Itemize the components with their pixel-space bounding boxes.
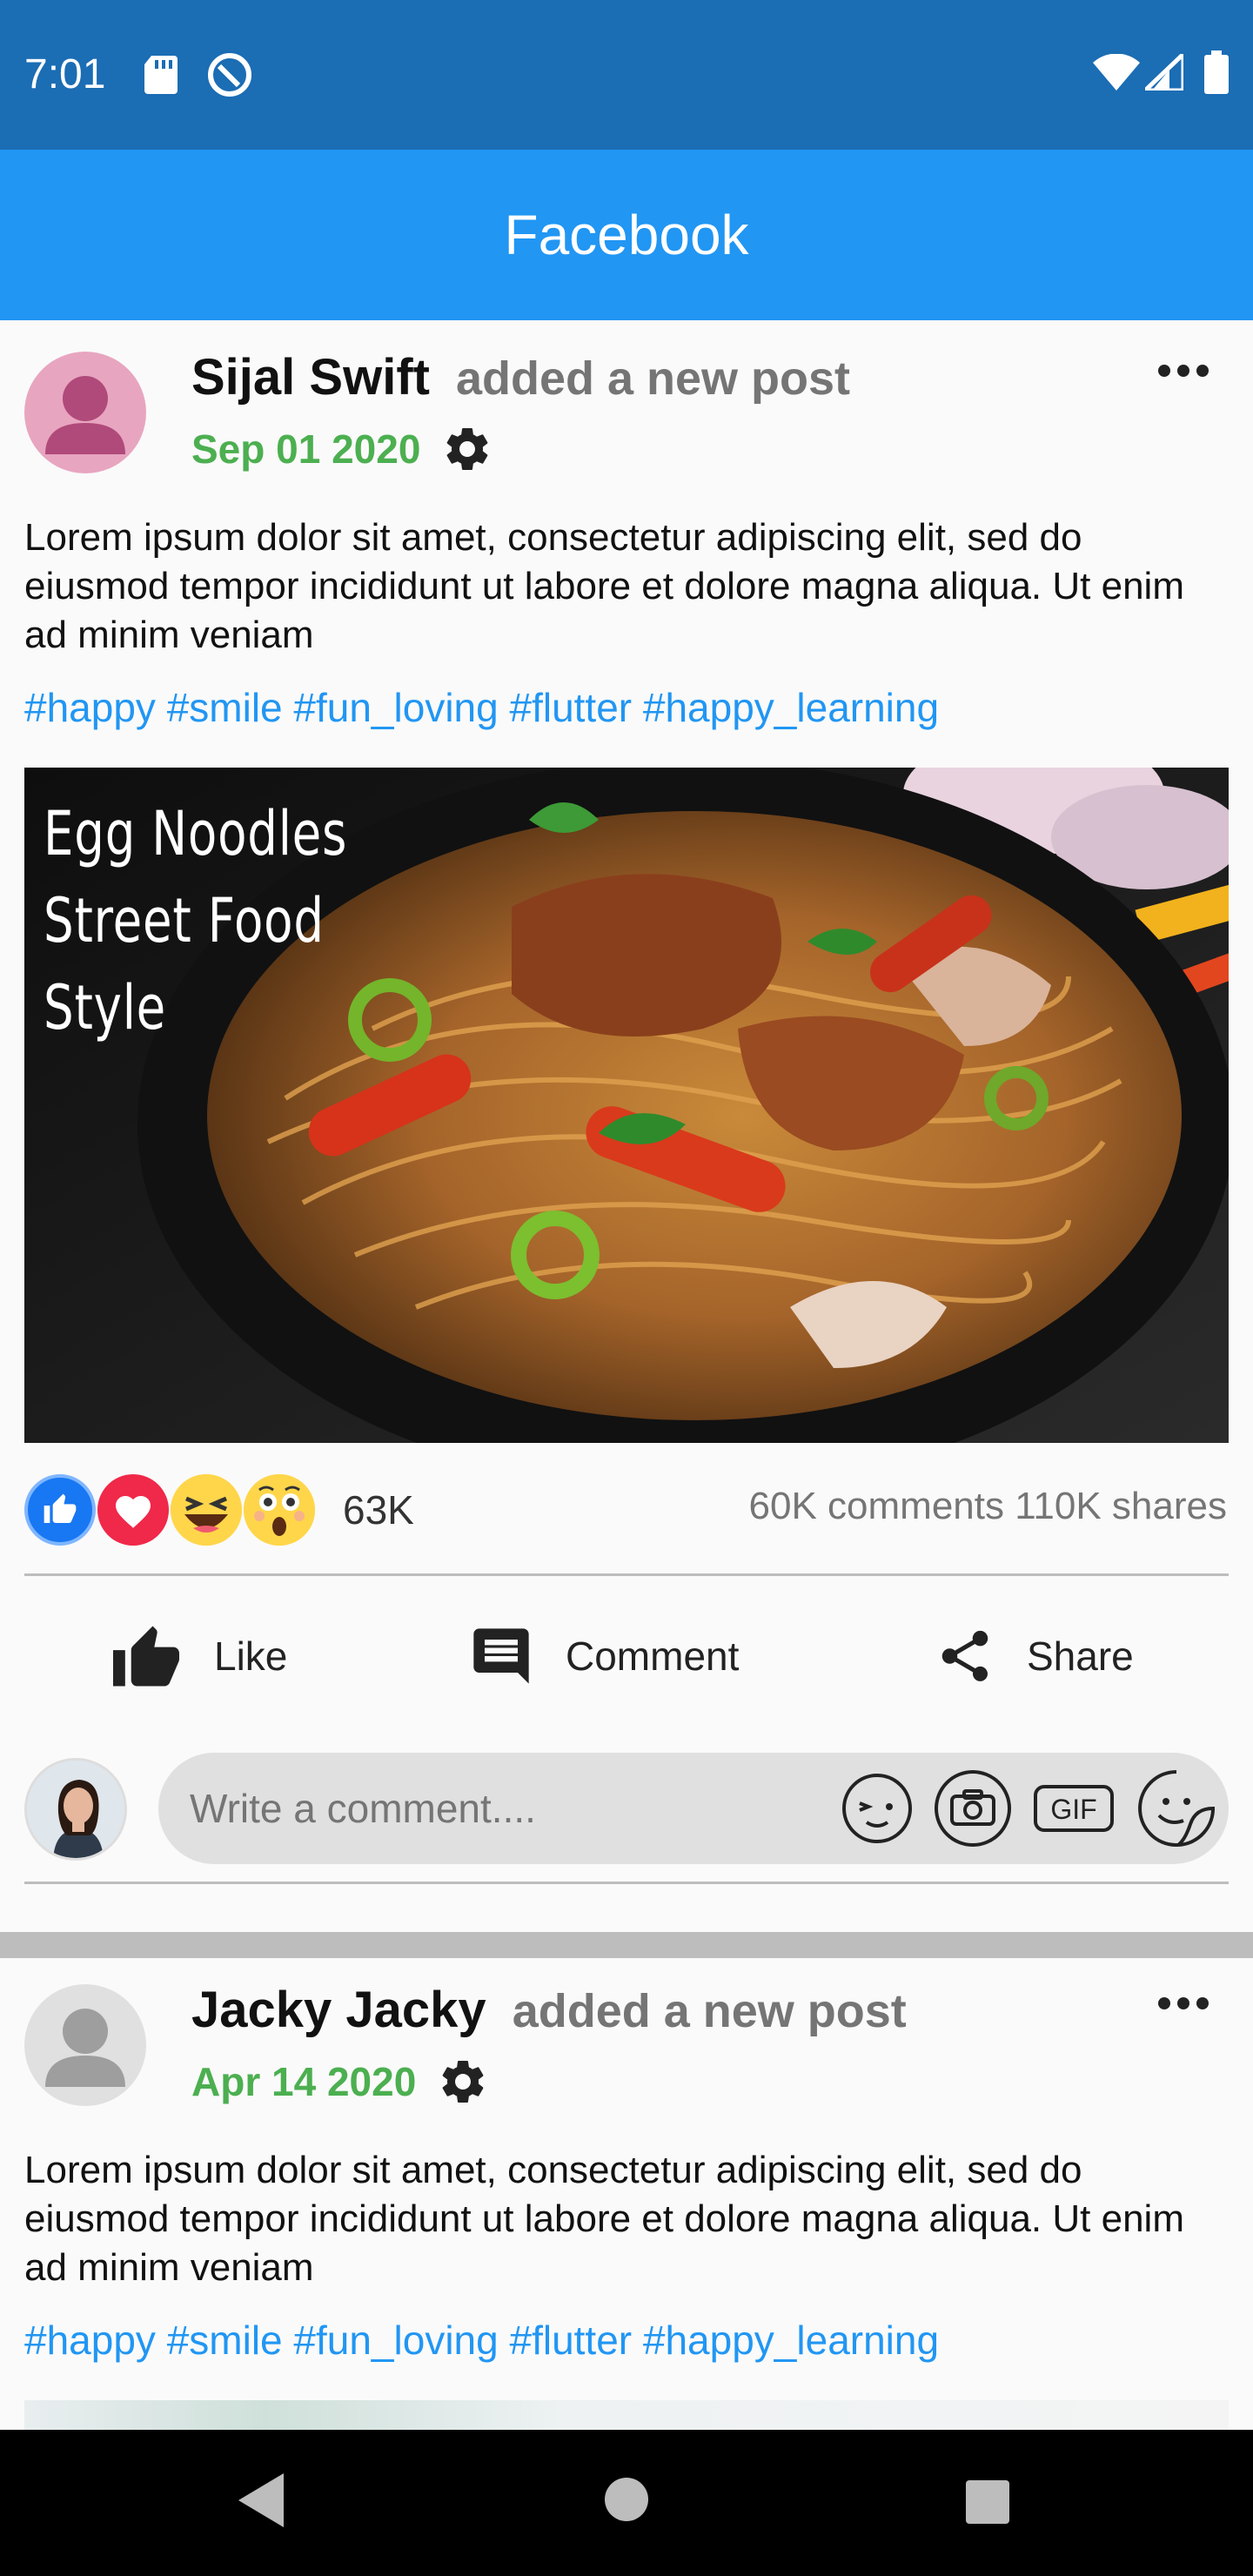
more-options-icon[interactable] bbox=[1157, 364, 1209, 378]
comment-composer: GIF bbox=[0, 1748, 1253, 1878]
svg-text:GIF: GIF bbox=[1050, 1794, 1096, 1825]
comment-input[interactable] bbox=[190, 1753, 799, 1864]
post-hashtags[interactable]: #happy #smile #fun_loving #flutter #happ… bbox=[24, 2317, 939, 2364]
post-date: Sep 01 2020 bbox=[191, 426, 421, 472]
cell-signal-icon bbox=[1145, 54, 1183, 91]
gif-icon[interactable]: GIF bbox=[1032, 1781, 1116, 1835]
comment-label: Comment bbox=[566, 1633, 740, 1679]
app-bar: Facebook bbox=[0, 150, 1253, 320]
reaction-summary[interactable]: 63K bbox=[24, 1474, 414, 1546]
system-nav-bar bbox=[0, 2430, 1253, 2576]
post-action-text: added a new post bbox=[512, 1985, 907, 2037]
news-feed[interactable]: Sijal Swift added a new post Sep 01 2020… bbox=[0, 320, 1253, 2430]
post-hashtags[interactable]: #happy #smile #fun_loving #flutter #happ… bbox=[24, 684, 939, 731]
comment-icon bbox=[473, 1628, 529, 1684]
wow-reaction-icon bbox=[244, 1474, 315, 1546]
status-bar: 7:01 bbox=[0, 0, 1253, 150]
like-button[interactable]: Like bbox=[110, 1573, 287, 1739]
post-header: Jacky Jacky added a new post bbox=[191, 1981, 907, 2042]
back-icon[interactable] bbox=[238, 2473, 284, 2527]
post-body: Lorem ipsum dolor sit amet, consectetur … bbox=[24, 516, 1184, 656]
post-action-text: added a new post bbox=[455, 352, 851, 405]
post-image[interactable]: Egg Noodles Street Food Style bbox=[24, 768, 1229, 1443]
sd-card-icon bbox=[144, 56, 178, 94]
comment-input-box[interactable]: GIF bbox=[158, 1753, 1229, 1864]
post-meta: Sep 01 2020 bbox=[191, 423, 493, 475]
post-separator bbox=[0, 1932, 1253, 1958]
recent-apps-icon[interactable] bbox=[966, 2480, 1009, 2524]
post-actions: Like Comment Share bbox=[0, 1573, 1253, 1739]
divider bbox=[24, 1882, 1229, 1884]
thumbs-up-icon bbox=[113, 1626, 179, 1687]
author-avatar[interactable] bbox=[24, 1984, 146, 2106]
more-options-icon[interactable] bbox=[1157, 1996, 1209, 2010]
author-name[interactable]: Sijal Swift bbox=[191, 348, 430, 406]
reaction-count: 63K bbox=[343, 1487, 414, 1533]
share-button[interactable]: Share bbox=[935, 1573, 1134, 1739]
comment-button[interactable]: Comment bbox=[468, 1573, 739, 1739]
post-body: Lorem ipsum dolor sit amet, consectetur … bbox=[24, 2149, 1184, 2289]
battery-icon bbox=[1204, 50, 1229, 94]
like-reaction-icon bbox=[24, 1474, 96, 1546]
camera-icon[interactable] bbox=[933, 1768, 1013, 1848]
emoji-icon[interactable] bbox=[841, 1772, 914, 1845]
sticker-icon[interactable] bbox=[1135, 1767, 1218, 1850]
author-avatar[interactable] bbox=[24, 352, 146, 473]
home-icon[interactable] bbox=[604, 2477, 649, 2522]
post-image[interactable] bbox=[24, 2400, 1229, 2430]
image-caption: Egg Noodles Street Food Style bbox=[44, 798, 348, 1043]
share-label: Share bbox=[1027, 1633, 1134, 1679]
gear-icon[interactable] bbox=[437, 2056, 489, 2108]
post-date: Apr 14 2020 bbox=[191, 2059, 417, 2104]
love-reaction-icon bbox=[97, 1474, 169, 1546]
like-label: Like bbox=[214, 1633, 288, 1679]
comment-input-actions: GIF bbox=[821, 1765, 1218, 1852]
wifi-icon bbox=[1093, 54, 1140, 91]
post-meta: Apr 14 2020 bbox=[191, 2056, 489, 2108]
status-time: 7:01 bbox=[24, 51, 106, 97]
app-title: Facebook bbox=[504, 204, 749, 266]
current-user-avatar[interactable] bbox=[24, 1758, 127, 1861]
post-header: Sijal Swift added a new post bbox=[191, 348, 850, 409]
author-name[interactable]: Jacky Jacky bbox=[191, 1981, 486, 2039]
post-card: Jacky Jacky added a new post Apr 14 2020… bbox=[0, 1958, 1253, 2430]
gear-icon[interactable] bbox=[441, 423, 493, 475]
comment-share-stats[interactable]: 60K comments 110K shares bbox=[749, 1485, 1227, 1528]
share-icon bbox=[941, 1630, 988, 1681]
post-card: Sijal Swift added a new post Sep 01 2020… bbox=[0, 320, 1253, 1925]
do-not-disturb-icon bbox=[208, 53, 251, 97]
haha-reaction-icon bbox=[171, 1474, 242, 1546]
